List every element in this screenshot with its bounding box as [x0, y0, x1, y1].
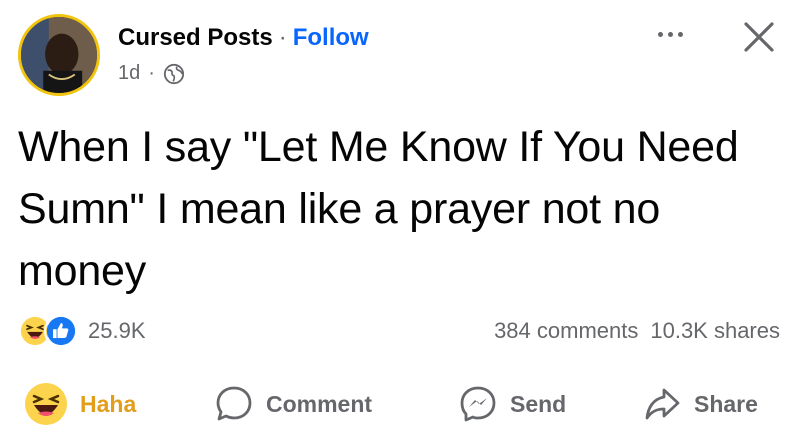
comment-icon [216, 386, 252, 421]
post-actions: Haha Comment Send Share [0, 374, 800, 434]
globe-icon [163, 63, 185, 84]
name-separator: · [278, 24, 287, 51]
post-meta: 1d · [118, 62, 185, 85]
more-options-icon[interactable] [650, 22, 690, 46]
reactions-summary[interactable]: 25.9K [18, 314, 146, 348]
page-name-line: Cursed Posts · Follow [118, 24, 369, 52]
shares-count[interactable]: 10.3K shares [650, 318, 780, 343]
haha-button[interactable]: Haha [24, 382, 136, 426]
haha-label: Haha [80, 390, 137, 417]
share-label: Share [694, 390, 758, 417]
send-button[interactable]: Send [458, 382, 566, 426]
comment-label: Comment [266, 390, 373, 417]
avatar-image [21, 17, 97, 93]
haha-icon [25, 383, 67, 425]
post-text: When I say "Let Me Know If You Need Sumn… [18, 123, 739, 295]
comments-count[interactable]: 384 comments [494, 318, 638, 343]
post-stats: 25.9K 384 comments 10.3K shares [0, 310, 800, 354]
share-icon [645, 388, 680, 420]
reaction-count: 25.9K [88, 318, 146, 343]
close-icon[interactable] [738, 16, 780, 58]
comment-button[interactable]: Comment [214, 382, 372, 426]
avatar[interactable] [18, 14, 100, 96]
meta-separator: · [148, 62, 155, 84]
page-name[interactable]: Cursed Posts [118, 24, 273, 51]
like-reaction-icon [44, 314, 78, 348]
share-button[interactable]: Share [642, 382, 758, 426]
messenger-icon [460, 386, 496, 422]
post-header: Cursed Posts · Follow 1d · [0, 0, 800, 110]
engagement-counts: 384 comments 10.3K shares [494, 318, 780, 344]
post-time[interactable]: 1d [118, 62, 140, 85]
follow-button[interactable]: Follow [293, 24, 369, 51]
send-label: Send [510, 390, 567, 417]
